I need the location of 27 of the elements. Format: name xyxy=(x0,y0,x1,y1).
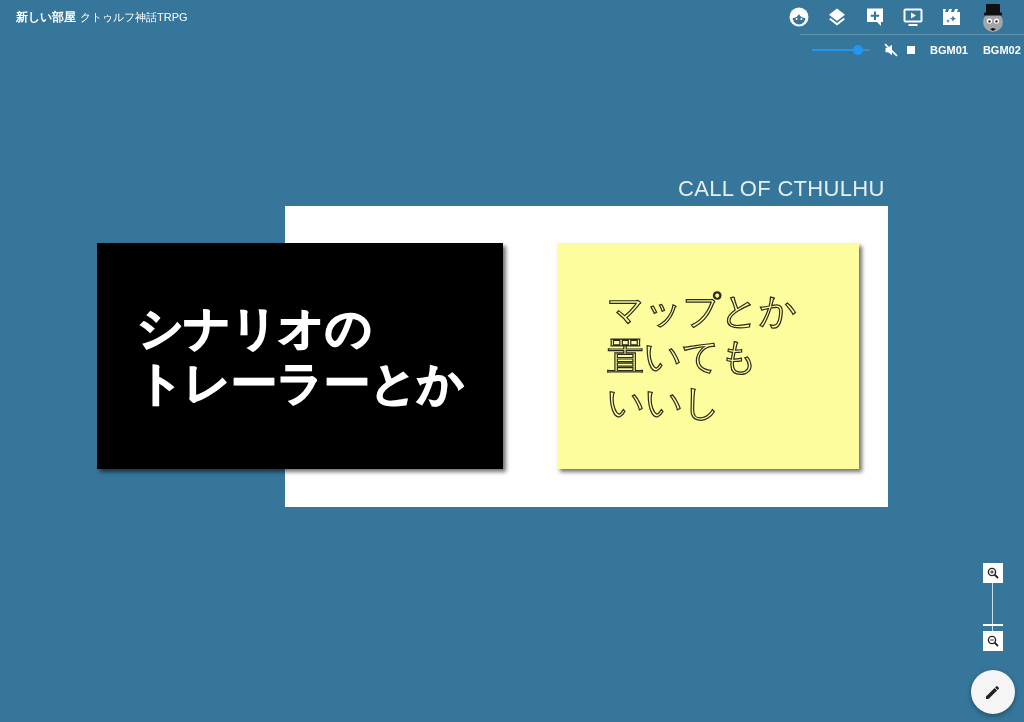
add-comment-icon[interactable] xyxy=(865,7,885,27)
mute-icon[interactable] xyxy=(884,42,898,57)
screen-play-icon[interactable] xyxy=(903,7,923,27)
clapperboard-icon[interactable] xyxy=(941,7,961,27)
bgm-track-button[interactable]: BGM02 xyxy=(982,42,1021,57)
sticky-note[interactable]: マップとか 置いても いいし xyxy=(557,243,859,469)
bgm-track-button[interactable]: BGM01 xyxy=(930,42,968,57)
note-text-line: 置いても xyxy=(607,335,758,379)
board-caption: CALL OF CTHULHU xyxy=(678,177,885,201)
stop-icon[interactable] xyxy=(907,45,915,54)
layers-icon[interactable] xyxy=(827,7,847,27)
room-title: 新しい部屋 xyxy=(16,9,76,25)
avatar-icon[interactable] xyxy=(980,3,1006,33)
zoom-out-icon xyxy=(987,635,999,647)
zoom-in-button[interactable] xyxy=(983,563,1003,583)
trailer-text-line: トレーラーとか xyxy=(137,356,464,411)
face-icon[interactable] xyxy=(789,7,809,27)
room-subtitle: クトゥルフ神話TRPG xyxy=(80,10,188,25)
note-text-line: マップとか xyxy=(607,289,797,333)
volume-slider[interactable] xyxy=(812,44,870,55)
zoom-in-icon xyxy=(987,567,999,579)
trailer-text-line: シナリオの xyxy=(137,301,372,356)
zoom-out-button[interactable] xyxy=(983,631,1003,651)
note-text-line: いいし xyxy=(607,381,721,425)
edit-button[interactable] xyxy=(971,670,1015,714)
pencil-icon xyxy=(985,684,1001,700)
trailer-card[interactable]: シナリオの トレーラーとか xyxy=(97,243,503,469)
